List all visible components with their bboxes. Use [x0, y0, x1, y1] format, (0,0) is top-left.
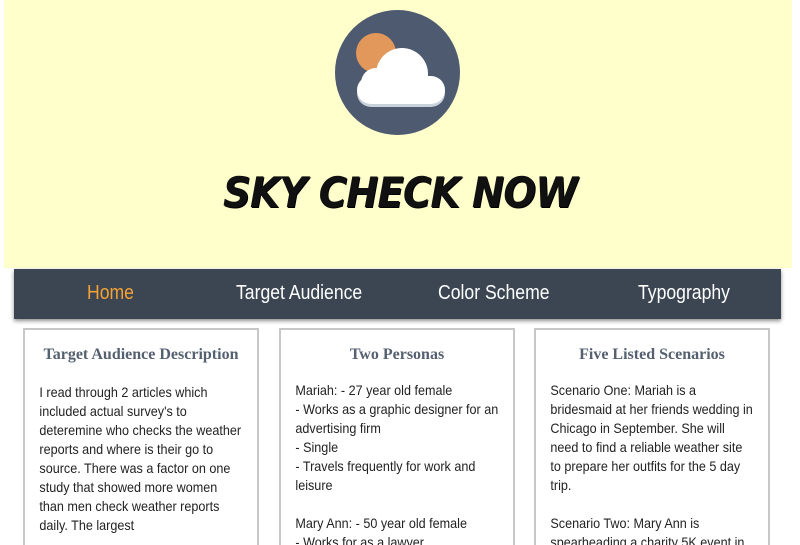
sun-behind-cloud-icon[interactable] — [335, 10, 460, 135]
card-title: Two Personas — [349, 346, 445, 363]
card-body: I read through 2 articles which included… — [39, 384, 242, 533]
card-title: Five Listed Scenarios — [579, 346, 725, 363]
nav-item-color-scheme[interactable]: Color Scheme — [438, 282, 550, 305]
nav-item-typography[interactable]: Typography — [638, 282, 730, 305]
card-body: Mariah: - 27 year old female - Works as … — [295, 382, 499, 545]
page: SKY CHECK NOW Home Target Audience Color… — [0, 0, 800, 545]
main-nav: Home Target Audience Color Scheme Typogr… — [14, 269, 781, 319]
card-five-scenarios: Five Listed Scenarios Scenario One: Mari… — [534, 328, 770, 545]
card-two-personas: Two Personas Mariah: - 27 year old femal… — [279, 328, 515, 545]
card-title: Target Audience Description — [43, 346, 239, 363]
card-target-audience: Target Audience Description I read throu… — [23, 328, 259, 545]
site-title: SKY CHECK NOW — [223, 168, 578, 217]
nav-item-target-audience[interactable]: Target Audience — [236, 282, 362, 305]
cloud-puff-top — [376, 48, 428, 100]
card-body: Scenario One: Mariah is a bridesmaid at … — [550, 382, 753, 545]
nav-item-home[interactable]: Home — [87, 282, 134, 305]
